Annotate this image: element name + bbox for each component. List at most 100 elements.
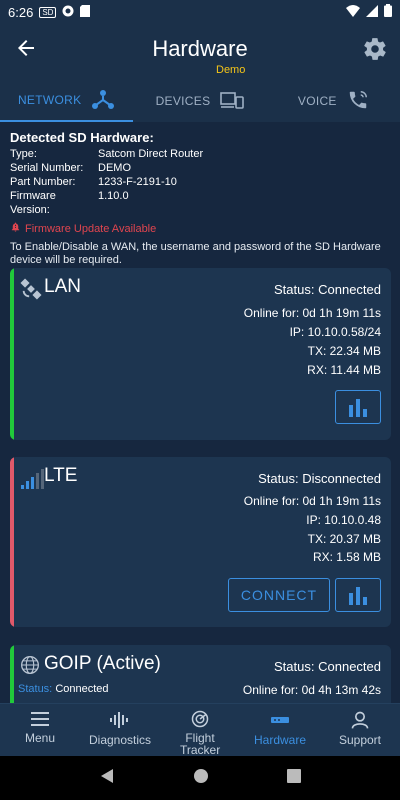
ip-value: 10.10.0.48 <box>324 513 381 527</box>
status-value: Connected <box>318 282 381 297</box>
status-label: Status: <box>274 659 315 674</box>
status-line: Status: Disconnected <box>258 471 381 486</box>
firmware-alert-text: Firmware Update Available <box>25 223 157 235</box>
rx-label: RX: <box>307 363 328 377</box>
system-back-icon[interactable] <box>99 768 115 789</box>
connect-button[interactable]: CONNECT <box>228 578 330 612</box>
app-bar: Hardware Demo <box>0 24 400 80</box>
status-stripe <box>10 645 14 705</box>
status-time: 6:26 <box>8 4 34 20</box>
system-home-icon[interactable] <box>193 768 209 789</box>
demo-badge: Demo <box>216 64 246 76</box>
status-label: Status: <box>258 471 299 486</box>
nav-label: Hardware <box>253 733 307 747</box>
tab-devices[interactable]: DEVICES <box>133 80 266 122</box>
system-navigation-bar <box>0 756 400 800</box>
wifi-icon <box>346 4 360 20</box>
status-value: Disconnected <box>302 471 381 486</box>
app-notification-icon <box>62 5 74 20</box>
sub-status-label: Status: <box>18 683 53 695</box>
support-agent-icon <box>351 711 369 729</box>
goip-card: GOIP (Active) Status: Connected Status: … <box>10 645 391 705</box>
nav-flight-tracker[interactable]: Flight Tracker <box>160 704 240 756</box>
online-value: 0d 1h 19m 11s <box>302 306 382 320</box>
status-line: Status: Connected <box>274 282 381 297</box>
devices-icon <box>220 91 245 112</box>
bar-chart-icon <box>349 587 367 605</box>
info-label: Part Number: <box>10 176 76 188</box>
ip-label: IP: <box>289 325 305 339</box>
ip-value: 10.10.0.58/24 <box>307 325 381 339</box>
status-line: Status: Connected <box>274 659 381 674</box>
info-row-serial: Serial Number: DEMO <box>10 161 390 175</box>
bar-chart-icon <box>349 399 367 417</box>
status-bar: 6:26 SD <box>0 0 400 24</box>
sub-status-value: Connected <box>55 683 109 695</box>
nav-label: Diagnostics <box>88 733 152 747</box>
online-line: Online for: 0d 1h 19m 11s <box>244 306 381 320</box>
tx-line: TX: 22.34 MB <box>308 344 381 358</box>
card-name: LTE <box>44 465 78 486</box>
status-stripe <box>10 457 14 627</box>
battery-icon <box>384 4 392 20</box>
router-icon <box>271 717 289 723</box>
tab-bar: NETWORK DEVICES VOICE <box>0 80 400 122</box>
firmware-update-alert[interactable]: Firmware Update Available <box>10 221 390 237</box>
bell-alert-icon <box>10 221 21 237</box>
online-line: Online for: 0d 1h 19m 11s <box>244 494 381 508</box>
tab-network-label: NETWORK <box>17 93 82 107</box>
info-row-firmware: Firmware Version: 1.10.0 <box>10 189 390 217</box>
info-row-type: Type: Satcom Direct Router <box>10 147 390 161</box>
card-name: GOIP (Active) <box>44 653 161 674</box>
lte-card: LTE Status: Disconnected Online for: 0d … <box>10 457 391 627</box>
wan-note: To Enable/Disable a WAN, the username an… <box>10 241 381 266</box>
info-value: Satcom Direct Router <box>98 148 204 160</box>
rx-value: 1.58 MB <box>336 550 381 564</box>
info-value: 1.10.0 <box>98 190 129 202</box>
status-label: Status: <box>274 282 315 297</box>
ip-line: IP: 10.10.0.48 <box>306 513 381 527</box>
info-label: Serial Number: <box>10 162 84 174</box>
satellite-icon <box>20 278 42 300</box>
info-value: 1233-F-2191-10 <box>98 176 177 188</box>
rx-line: RX: 11.44 MB <box>307 363 381 377</box>
system-recents-icon[interactable] <box>287 768 301 788</box>
waveform-icon <box>110 712 128 728</box>
bottom-navigation: Menu Diagnostics Flight Tracker Hardware… <box>0 703 400 756</box>
info-row-part: Part Number: 1233-F-2191-10 <box>10 175 390 189</box>
status-stripe <box>10 268 14 440</box>
info-label: Type: <box>10 148 37 160</box>
tab-network[interactable]: NETWORK <box>0 80 134 122</box>
online-line: Online for: 0d 4h 13m 42s <box>243 683 381 697</box>
radar-icon <box>191 710 209 728</box>
nav-menu[interactable]: Menu <box>0 704 80 756</box>
online-value: 0d 1h 19m 11s <box>302 494 382 508</box>
hardware-info: Detected SD Hardware: Type: Satcom Direc… <box>10 130 390 267</box>
stats-button[interactable] <box>335 578 381 612</box>
globe-icon <box>20 655 42 677</box>
tx-label: TX: <box>307 532 327 546</box>
phone-icon <box>347 89 369 114</box>
ip-line: IP: 10.10.0.58/24 <box>290 325 381 339</box>
nav-label: Support <box>338 733 382 747</box>
tab-voice[interactable]: VOICE <box>267 80 400 122</box>
nav-support[interactable]: Support <box>320 704 400 756</box>
tab-voice-label: VOICE <box>297 94 337 108</box>
sub-status-line: Status: Connected <box>18 683 109 695</box>
info-value: DEMO <box>98 162 131 174</box>
gear-icon[interactable] <box>362 36 388 62</box>
cell-signal-bars-icon <box>20 467 44 489</box>
rx-label: RX: <box>312 550 333 564</box>
rx-value: 11.44 MB <box>330 363 381 377</box>
hardware-heading: Detected SD Hardware: <box>10 130 154 145</box>
tx-value: 20.37 MB <box>329 532 381 546</box>
nav-hardware[interactable]: Hardware <box>240 704 320 756</box>
online-label: Online for: <box>243 306 300 320</box>
menu-icon <box>31 712 49 726</box>
tx-value: 22.34 MB <box>329 344 381 358</box>
stats-button[interactable] <box>335 390 381 424</box>
nav-diagnostics[interactable]: Diagnostics <box>80 704 160 756</box>
online-label: Online for: <box>243 494 300 508</box>
tab-devices-label: DEVICES <box>155 94 211 108</box>
lan-card: LAN Status: Connected Online for: 0d 1h … <box>10 268 391 440</box>
